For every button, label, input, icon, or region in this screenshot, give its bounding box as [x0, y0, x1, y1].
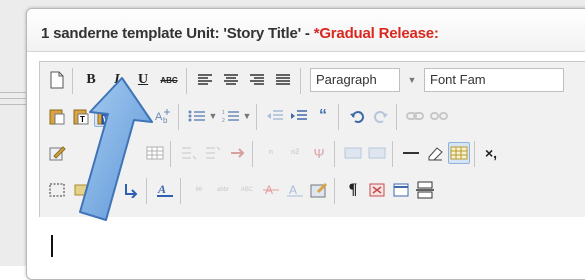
toolbar-separator	[170, 141, 171, 167]
bullet-list-icon[interactable]	[186, 105, 208, 127]
superscript-n-icon[interactable]: ⁿ²	[284, 142, 306, 164]
format-select[interactable]: Paragraph	[310, 68, 400, 92]
insert-icon[interactable]: A	[284, 179, 306, 201]
cut-icon[interactable]: ×,	[480, 142, 502, 164]
superscript-icon[interactable]	[202, 142, 224, 164]
indent-icon[interactable]	[288, 105, 310, 127]
bullet-dropdown-arrow-icon[interactable]: ▼	[208, 105, 218, 127]
svg-text:A: A	[289, 183, 297, 197]
format-dropdown-arrow-icon[interactable]: ▼	[404, 69, 420, 91]
align-left-icon[interactable]	[194, 69, 216, 91]
toolbar-separator	[186, 68, 187, 94]
svg-text:2: 2	[222, 118, 225, 123]
toolbar-separator	[396, 104, 397, 130]
svg-text:1: 1	[222, 110, 225, 116]
toolbar-separator	[392, 141, 393, 167]
numbered-dropdown-arrow-icon[interactable]: ▼	[242, 105, 252, 127]
link-icon[interactable]	[404, 105, 426, 127]
toolbar-separator	[178, 104, 179, 130]
visual-aid-icon[interactable]	[448, 142, 470, 164]
justify-icon[interactable]	[272, 69, 294, 91]
toolbar-separator	[300, 68, 301, 94]
subscript-n-icon[interactable]: ⁿ	[260, 142, 282, 164]
nonbreaking-icon[interactable]	[366, 179, 388, 201]
media-icon[interactable]	[342, 142, 364, 164]
title-alert: *Gradual Release:	[313, 25, 439, 42]
acronym-icon[interactable]: ABC	[236, 179, 258, 201]
pilcrow-label: ¶	[348, 181, 358, 198]
delete-icon[interactable]: A	[260, 179, 282, 201]
horizontal-rule-icon[interactable]	[400, 142, 422, 164]
undo-icon[interactable]	[346, 105, 368, 127]
splitter-handle[interactable]	[0, 92, 26, 112]
editor-header: 1 sanderne template Unit: 'Story Title' …	[27, 9, 585, 52]
layer-icon[interactable]	[366, 142, 388, 164]
svg-text:b: b	[163, 116, 168, 124]
toolbar-separator	[334, 141, 335, 167]
numbered-list-icon[interactable]: 12	[220, 105, 242, 127]
template-icon[interactable]	[390, 179, 412, 201]
strikethrough-icon[interactable]: ABC	[158, 69, 180, 91]
toolbar-separator	[474, 141, 475, 167]
pagebreak-icon[interactable]	[414, 179, 436, 201]
unlink-icon[interactable]	[428, 105, 450, 127]
toolbar-separator	[334, 178, 335, 204]
toolbar-separator	[252, 141, 253, 167]
outdent-icon[interactable]	[264, 105, 286, 127]
attribs-icon[interactable]	[308, 179, 330, 201]
remove-format-icon[interactable]	[424, 142, 446, 164]
subscript-icon[interactable]	[178, 142, 200, 164]
editor-title: 1 sanderne template Unit: 'Story Title' …	[41, 25, 439, 42]
title-text: 1 sanderne template Unit: 'Story Title' …	[41, 25, 314, 42]
align-center-icon[interactable]	[220, 69, 242, 91]
toolbar-separator	[180, 178, 181, 204]
redo-icon[interactable]	[370, 105, 392, 127]
toolbar-separator	[338, 104, 339, 130]
cut-label: ×,	[484, 145, 498, 161]
psi-icon[interactable]: Ψ	[308, 142, 330, 164]
special-char-icon[interactable]	[226, 142, 248, 164]
strike-label: ABC	[160, 75, 178, 85]
font-family-select[interactable]: Font Fam	[424, 68, 564, 92]
pointer-arrow-icon	[79, 77, 153, 221]
toolbar-separator	[256, 104, 257, 130]
align-right-icon[interactable]	[246, 69, 268, 91]
pilcrow-icon[interactable]: ¶	[342, 179, 364, 201]
cite-icon[interactable]: 66	[188, 179, 210, 201]
blockquote-icon[interactable]: “	[312, 105, 334, 127]
abbr-icon[interactable]: abbr	[212, 179, 234, 201]
